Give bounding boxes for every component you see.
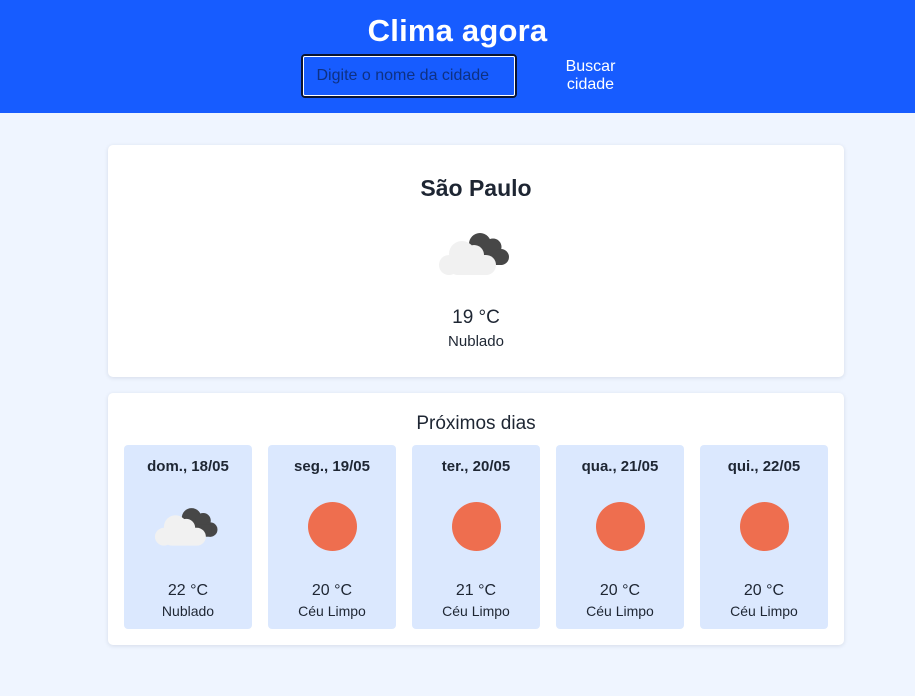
forecast-date: ter., 20/05 [441,458,511,475]
forecast-day: dom., 18/05 22 °C Nublado [124,445,252,629]
app-title: Clima agora [367,13,548,48]
forecast-icon-container [556,501,684,551]
forecast-day: qua., 21/05 20 °C Céu Limpo [556,445,684,629]
forecast-temperature: 20 °C [599,582,641,599]
forecast-date: seg., 19/05 [294,458,370,475]
current-temperature: 19 °C [452,307,500,328]
forecast-icon-container [412,501,540,551]
current-weather-icon-container [438,225,514,281]
forecast-temperature: 21 °C [455,582,497,599]
search-city-button[interactable]: Buscar cidade [539,58,643,94]
current-description: Nublado [448,333,504,350]
city-name: São Paulo [420,175,532,201]
app-header: Clima agora Buscar cidade [0,0,915,113]
forecast-description: Céu Limpo [442,603,510,619]
sun-icon [739,501,789,551]
current-weather-card: São Paulo 19 °C Nublado [108,145,844,377]
search-bar: Buscar cidade [0,54,915,98]
forecast-temperature: 20 °C [743,582,785,599]
forecast-date: qua., 21/05 [581,458,659,475]
forecast-day: qui., 22/05 20 °C Céu Limpo [700,445,828,629]
forecast-description: Céu Limpo [298,603,366,619]
forecast-icon-container [700,501,828,551]
forecast-description: Céu Limpo [586,603,654,619]
forecast-description: Céu Limpo [730,603,798,619]
cloudy-icon [439,233,509,275]
forecast-card: Próximos dias dom., 18/05 22 °C Nublado [108,393,844,645]
sun-icon [595,501,645,551]
forecast-temperature: 20 °C [311,582,353,599]
city-search-input[interactable] [300,54,517,98]
sun-icon [451,501,501,551]
forecast-description: Nublado [161,603,215,619]
forecast-days: dom., 18/05 22 °C Nublado seg., 19/05 20… [124,445,828,629]
forecast-icon-container [124,501,252,551]
forecast-temperature: 22 °C [167,582,209,599]
forecast-date: dom., 18/05 [147,458,229,475]
cloudy-icon [154,508,218,546]
forecast-title: Próximos dias [416,413,536,434]
forecast-date: qui., 22/05 [727,458,801,475]
forecast-icon-container [268,501,396,551]
forecast-day: seg., 19/05 20 °C Céu Limpo [268,445,396,629]
forecast-day: ter., 20/05 21 °C Céu Limpo [412,445,540,629]
sun-icon [307,501,357,551]
